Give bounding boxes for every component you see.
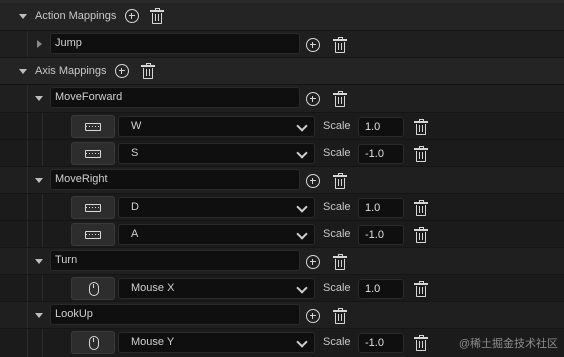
expand-arrow-icon[interactable] bbox=[35, 96, 43, 101]
delete-mapping-icon[interactable] bbox=[333, 254, 347, 270]
key-row: S Scale -1.0 bbox=[0, 140, 564, 167]
axis-name-input[interactable]: LookUp bbox=[50, 304, 300, 325]
add-action-mapping-icon[interactable] bbox=[125, 9, 139, 23]
delete-key-icon[interactable] bbox=[414, 281, 428, 297]
key-row: W Scale 1.0 bbox=[0, 113, 564, 140]
axis-mapping-row: MoveForward bbox=[0, 85, 564, 112]
chevron-down-icon bbox=[296, 201, 308, 213]
keyboard-selector-button[interactable] bbox=[71, 115, 115, 138]
delete-key-icon[interactable] bbox=[414, 119, 428, 135]
scale-label: Scale bbox=[323, 282, 351, 294]
keyboard-icon bbox=[85, 231, 101, 239]
keyboard-selector-button[interactable] bbox=[71, 223, 115, 246]
chevron-down-icon bbox=[296, 120, 308, 132]
axis-mapping-row: MoveRight bbox=[0, 167, 564, 194]
expand-arrow-icon[interactable] bbox=[19, 14, 27, 19]
section-label: Action Mappings bbox=[35, 10, 117, 22]
axis-name-input[interactable]: Turn bbox=[50, 250, 300, 271]
clear-axis-mappings-icon[interactable] bbox=[141, 63, 155, 79]
axis-mapping-row: Turn bbox=[0, 248, 564, 275]
scale-input[interactable]: -1.0 bbox=[358, 333, 404, 353]
key-value: S bbox=[131, 147, 139, 159]
key-combo[interactable]: S bbox=[118, 143, 315, 164]
clear-action-mappings-icon[interactable] bbox=[150, 8, 164, 24]
keyboard-selector-button[interactable] bbox=[71, 142, 115, 165]
scale-label: Scale bbox=[323, 201, 351, 213]
action-name-input[interactable]: Jump bbox=[50, 33, 300, 54]
axis-name-input[interactable]: MoveForward bbox=[50, 87, 300, 108]
add-key-icon[interactable] bbox=[306, 38, 320, 52]
add-axis-mapping-icon[interactable] bbox=[115, 64, 129, 78]
key-combo[interactable]: W bbox=[118, 116, 315, 137]
scale-label: Scale bbox=[323, 120, 351, 132]
expand-arrow-icon[interactable] bbox=[35, 259, 43, 264]
mouse-icon bbox=[89, 282, 99, 296]
delete-key-icon[interactable] bbox=[414, 146, 428, 162]
scale-input[interactable]: 1.0 bbox=[358, 117, 404, 137]
mouse-selector-button[interactable] bbox=[71, 277, 115, 300]
section-label: Axis Mappings bbox=[35, 65, 107, 77]
chevron-down-icon bbox=[296, 147, 308, 159]
key-row: Mouse X Scale 1.0 bbox=[0, 275, 564, 302]
chevron-down-icon bbox=[296, 336, 308, 348]
add-key-icon[interactable] bbox=[306, 174, 320, 188]
key-value: Mouse X bbox=[131, 282, 175, 294]
add-key-icon[interactable] bbox=[306, 255, 320, 269]
delete-mapping-icon[interactable] bbox=[333, 308, 347, 324]
scale-input[interactable]: 1.0 bbox=[358, 198, 404, 218]
key-combo[interactable]: Mouse Y bbox=[118, 332, 315, 353]
watermark: @稀土掘金技术社区 bbox=[458, 338, 558, 350]
key-combo[interactable]: A bbox=[118, 224, 315, 245]
axis-name-input[interactable]: MoveRight bbox=[50, 169, 300, 190]
add-key-icon[interactable] bbox=[306, 309, 320, 323]
expand-arrow-icon[interactable] bbox=[19, 69, 27, 74]
mouse-selector-button[interactable] bbox=[71, 331, 115, 354]
collapse-arrow-icon[interactable] bbox=[37, 40, 42, 48]
delete-key-icon[interactable] bbox=[414, 200, 428, 216]
key-row: D Scale 1.0 bbox=[0, 194, 564, 221]
scale-input[interactable]: -1.0 bbox=[358, 144, 404, 164]
keyboard-icon bbox=[85, 150, 101, 158]
chevron-down-icon bbox=[296, 228, 308, 240]
key-combo[interactable]: Mouse X bbox=[118, 278, 315, 299]
scale-input[interactable]: -1.0 bbox=[358, 225, 404, 245]
action-mappings-header[interactable]: Action Mappings bbox=[0, 3, 564, 30]
keyboard-selector-button[interactable] bbox=[71, 196, 115, 219]
delete-mapping-icon[interactable] bbox=[333, 91, 347, 107]
key-value: D bbox=[131, 201, 139, 213]
scale-label: Scale bbox=[323, 228, 351, 240]
key-row: A Scale -1.0 bbox=[0, 221, 564, 248]
key-value: A bbox=[131, 228, 139, 240]
key-combo[interactable]: D bbox=[118, 197, 315, 218]
chevron-down-icon bbox=[296, 282, 308, 294]
key-value: Mouse Y bbox=[131, 336, 175, 348]
delete-mapping-icon[interactable] bbox=[333, 173, 347, 189]
key-value: W bbox=[131, 120, 142, 132]
axis-mapping-row: LookUp bbox=[0, 302, 564, 329]
mouse-icon bbox=[89, 336, 99, 350]
expand-arrow-icon[interactable] bbox=[35, 178, 43, 183]
delete-key-icon[interactable] bbox=[414, 335, 428, 351]
expand-arrow-icon[interactable] bbox=[35, 313, 43, 318]
add-key-icon[interactable] bbox=[306, 92, 320, 106]
action-mapping-row: Jump bbox=[0, 31, 564, 58]
axis-mappings-header[interactable]: Axis Mappings bbox=[0, 58, 564, 85]
keyboard-icon bbox=[85, 204, 101, 212]
scale-label: Scale bbox=[323, 147, 351, 159]
scale-input[interactable]: 1.0 bbox=[358, 279, 404, 299]
keyboard-icon bbox=[85, 123, 101, 131]
delete-key-icon[interactable] bbox=[414, 227, 428, 243]
scale-label: Scale bbox=[323, 336, 351, 348]
delete-mapping-icon[interactable] bbox=[333, 37, 347, 53]
